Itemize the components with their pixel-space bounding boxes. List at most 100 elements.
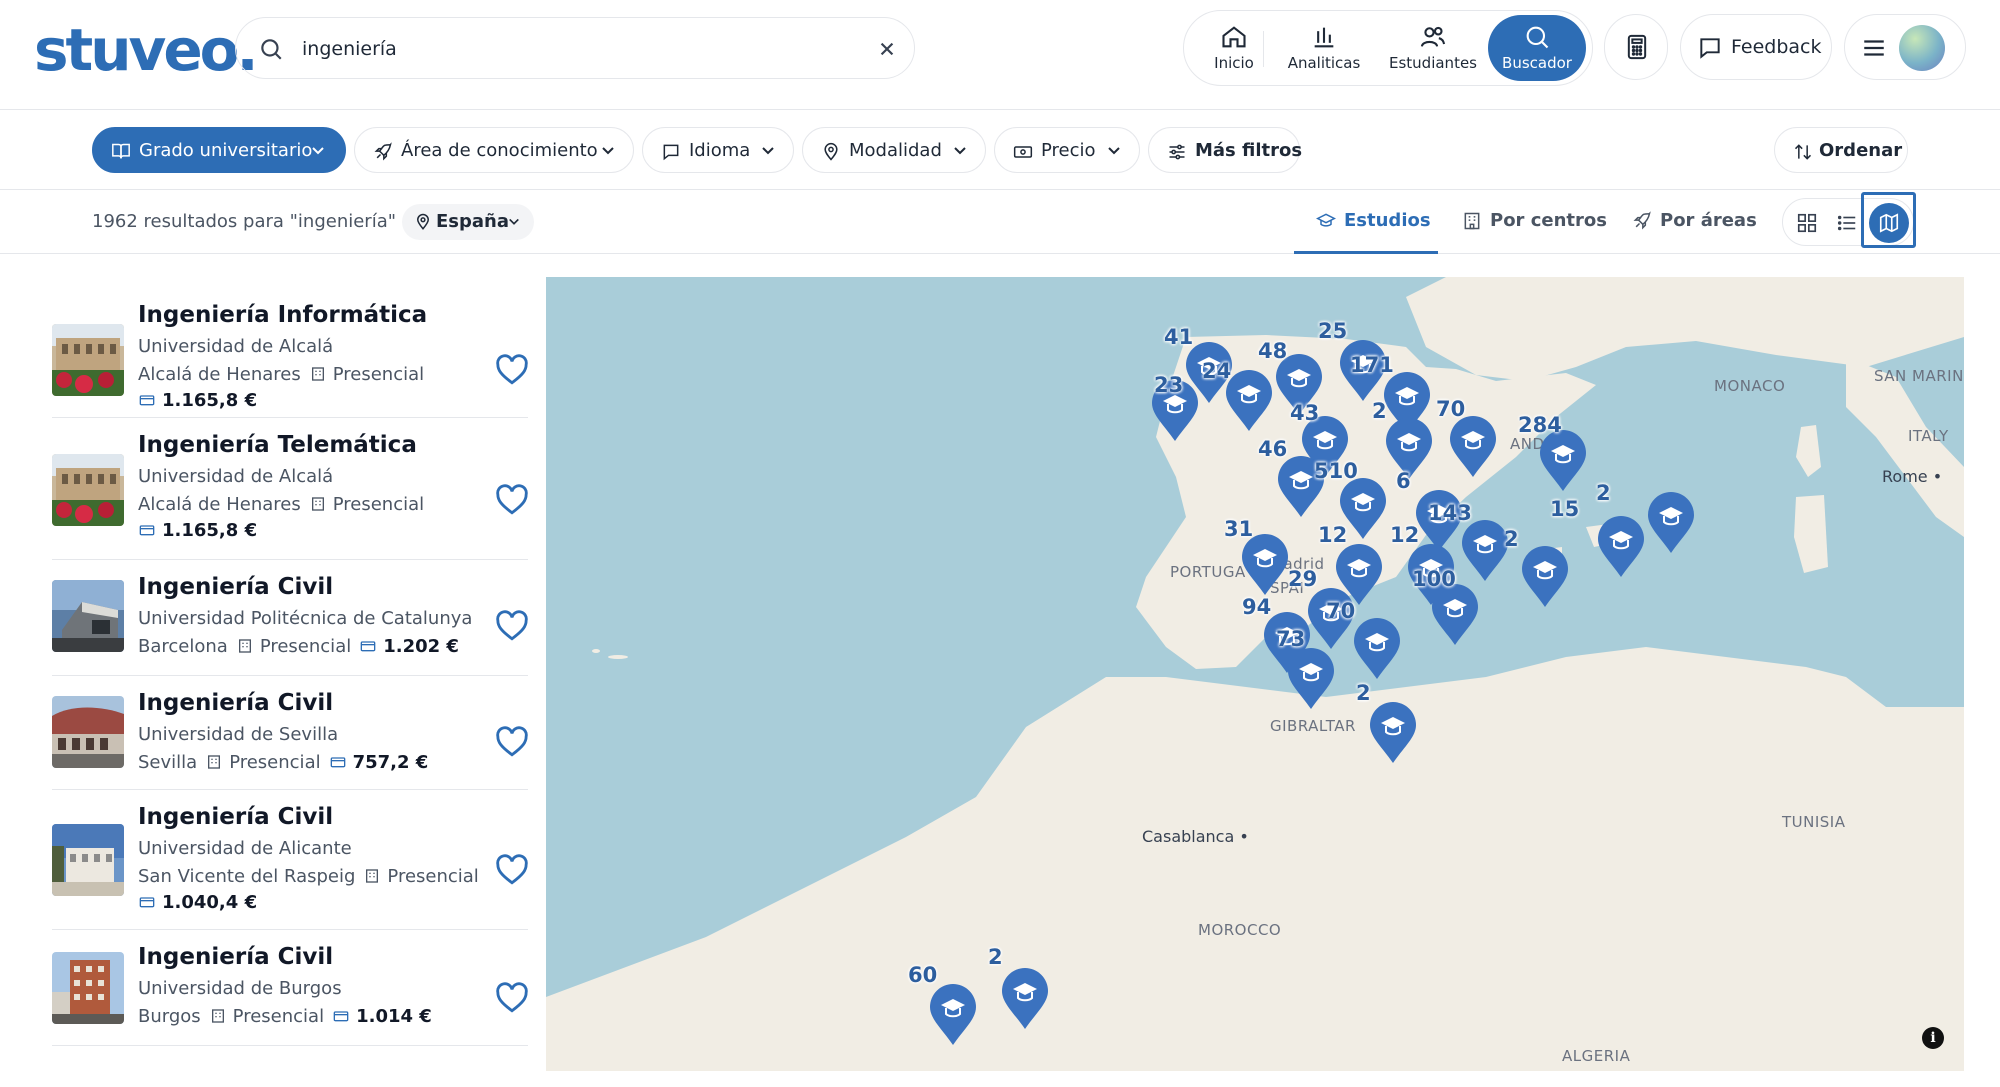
filter-precio[interactable]: Precio <box>994 127 1140 173</box>
cluster-count[interactable]: 48 <box>1258 339 1287 363</box>
tab-por-areas[interactable]: Por áreas <box>1620 190 1760 254</box>
location-pin-icon <box>824 142 838 161</box>
cluster-count[interactable]: 143 <box>1428 501 1472 525</box>
grid-view-button[interactable] <box>1787 203 1827 243</box>
chevron-down-icon <box>602 147 614 155</box>
map-pin-icon[interactable] <box>1240 533 1290 597</box>
results-map[interactable]: MONACO SAN MARINO ITALY Rome • PORTUGA M… <box>546 277 1964 1071</box>
cluster-count[interactable]: 12 <box>1318 523 1347 547</box>
filter-grado[interactable]: Grado universitario <box>92 127 346 173</box>
cluster-count[interactable]: 2 <box>1356 681 1371 705</box>
filter-idioma[interactable]: Idioma <box>642 127 794 173</box>
cluster-count[interactable]: 284 <box>1518 413 1562 437</box>
course-title[interactable]: Ingeniería Informática <box>138 302 427 328</box>
course-price: 1.165,8 € <box>162 390 258 411</box>
user-menu-button[interactable] <box>1844 14 1966 80</box>
cluster-count[interactable]: 6 <box>1396 469 1411 493</box>
course-meta-line: Sevilla Presencial 757,2 € <box>138 752 428 773</box>
map-pin-icon[interactable] <box>1596 515 1646 579</box>
course-title[interactable]: Ingeniería Civil <box>138 574 333 600</box>
stuveo-logo[interactable]: stuveo. <box>34 16 259 84</box>
list-item[interactable]: Ingeniería Civil Universidad de Sevilla … <box>52 676 528 790</box>
country-selector[interactable]: España <box>402 204 534 240</box>
cluster-count[interactable]: 73 <box>1276 627 1305 651</box>
map-pin-icon[interactable] <box>1460 519 1510 583</box>
cluster-count[interactable]: 94 <box>1242 595 1271 619</box>
nav-analiticas[interactable]: Analiticas <box>1274 15 1374 81</box>
list-item[interactable]: Ingeniería Civil Universidad Politécnica… <box>52 560 528 676</box>
tab-estudios[interactable]: Estudios <box>1294 190 1438 254</box>
chevron-down-icon <box>762 147 774 155</box>
rocket-icon <box>1633 211 1651 230</box>
favorite-heart-icon[interactable] <box>495 610 529 642</box>
nav-buscador[interactable]: Buscador <box>1488 15 1586 81</box>
cluster-count[interactable]: 23 <box>1154 373 1183 397</box>
list-item[interactable]: Ingeniería Telemática Universidad de Alc… <box>52 418 528 560</box>
map-pin-icon[interactable] <box>1352 617 1402 681</box>
cluster-count[interactable]: 171 <box>1350 353 1394 377</box>
cluster-count[interactable]: 12 <box>1390 523 1419 547</box>
feedback-button[interactable]: Feedback <box>1680 14 1832 80</box>
cluster-count[interactable]: 100 <box>1412 567 1456 591</box>
favorite-heart-icon[interactable] <box>495 854 529 886</box>
map-pin-icon[interactable] <box>1538 429 1588 493</box>
map-label-morocco: MOROCCO <box>1198 921 1282 939</box>
cluster-count[interactable]: 510 <box>1314 459 1358 483</box>
search-input[interactable] <box>302 30 842 68</box>
filter-area[interactable]: Área de conocimiento <box>354 127 634 173</box>
map-pin-icon[interactable] <box>1448 415 1498 479</box>
main-nav: Inicio Analiticas Estudiantes Buscador <box>1183 10 1593 86</box>
map-info-icon[interactable]: i <box>1922 1027 1944 1049</box>
sort-button[interactable]: Ordenar <box>1774 127 1908 173</box>
course-title[interactable]: Ingeniería Civil <box>138 944 333 970</box>
cluster-count[interactable]: 2 <box>988 945 1003 969</box>
cluster-count[interactable]: 25 <box>1318 319 1347 343</box>
calculator-button[interactable] <box>1604 14 1668 80</box>
cluster-count[interactable]: 70 <box>1326 599 1355 623</box>
list-item[interactable]: Ingeniería Civil Universidad de Alicante… <box>52 790 528 930</box>
map-pin-icon[interactable] <box>1368 701 1418 765</box>
course-thumbnail <box>52 324 124 396</box>
cluster-count[interactable]: 15 <box>1550 497 1579 521</box>
sort-label: Ordenar <box>1819 140 1903 161</box>
cluster-count[interactable]: 2 <box>1504 527 1519 551</box>
cluster-count[interactable]: 41 <box>1164 325 1193 349</box>
cluster-count[interactable]: 43 <box>1290 401 1319 425</box>
map-pin-icon[interactable] <box>1286 647 1336 711</box>
message-icon <box>1700 38 1720 59</box>
course-title[interactable]: Ingeniería Civil <box>138 804 333 830</box>
course-mode: Presencial <box>387 866 479 887</box>
favorite-heart-icon[interactable] <box>495 982 529 1014</box>
map-pin-icon[interactable] <box>1430 583 1480 647</box>
course-title[interactable]: Ingeniería Telemática <box>138 432 417 458</box>
course-city: Alcalá de Henares <box>138 364 301 385</box>
avatar[interactable] <box>1899 25 1945 71</box>
map-pin-icon[interactable] <box>1520 545 1570 609</box>
filter-mas-filtros[interactable]: Más filtros <box>1148 127 1302 173</box>
filter-modalidad[interactable]: Modalidad <box>802 127 986 173</box>
cluster-count[interactable]: 2 <box>1372 399 1387 423</box>
cluster-count[interactable]: 24 <box>1202 359 1231 383</box>
map-pin-icon[interactable] <box>1646 491 1696 555</box>
nav-estudiantes[interactable]: Estudiantes <box>1378 15 1488 81</box>
favorite-heart-icon[interactable] <box>495 354 529 386</box>
course-meta-line: Burgos Presencial 1.014 € <box>138 1006 432 1027</box>
cluster-count[interactable]: 70 <box>1436 397 1465 421</box>
map-pin-icon[interactable] <box>928 983 978 1047</box>
tab-por-centros[interactable]: Por centros <box>1450 190 1607 254</box>
favorite-heart-icon[interactable] <box>495 726 529 758</box>
cluster-count[interactable]: 60 <box>908 963 937 987</box>
search-bar[interactable] <box>235 17 915 79</box>
list-item[interactable]: Ingeniería Civil Universidad de Burgos B… <box>52 930 528 1046</box>
cluster-count[interactable]: 29 <box>1288 567 1317 591</box>
map-pin-icon[interactable] <box>1224 369 1274 433</box>
cluster-count[interactable]: 2 <box>1596 481 1611 505</box>
favorite-heart-icon[interactable] <box>495 484 529 516</box>
list-item[interactable]: Ingeniería Informática Universidad de Al… <box>52 302 528 418</box>
clear-search-icon[interactable] <box>874 36 900 62</box>
map-pin-icon[interactable] <box>1000 967 1050 1031</box>
nav-inicio[interactable]: Inicio <box>1196 15 1272 81</box>
cluster-count[interactable]: 46 <box>1258 437 1287 461</box>
cluster-count[interactable]: 31 <box>1224 517 1253 541</box>
course-title[interactable]: Ingeniería Civil <box>138 690 333 716</box>
